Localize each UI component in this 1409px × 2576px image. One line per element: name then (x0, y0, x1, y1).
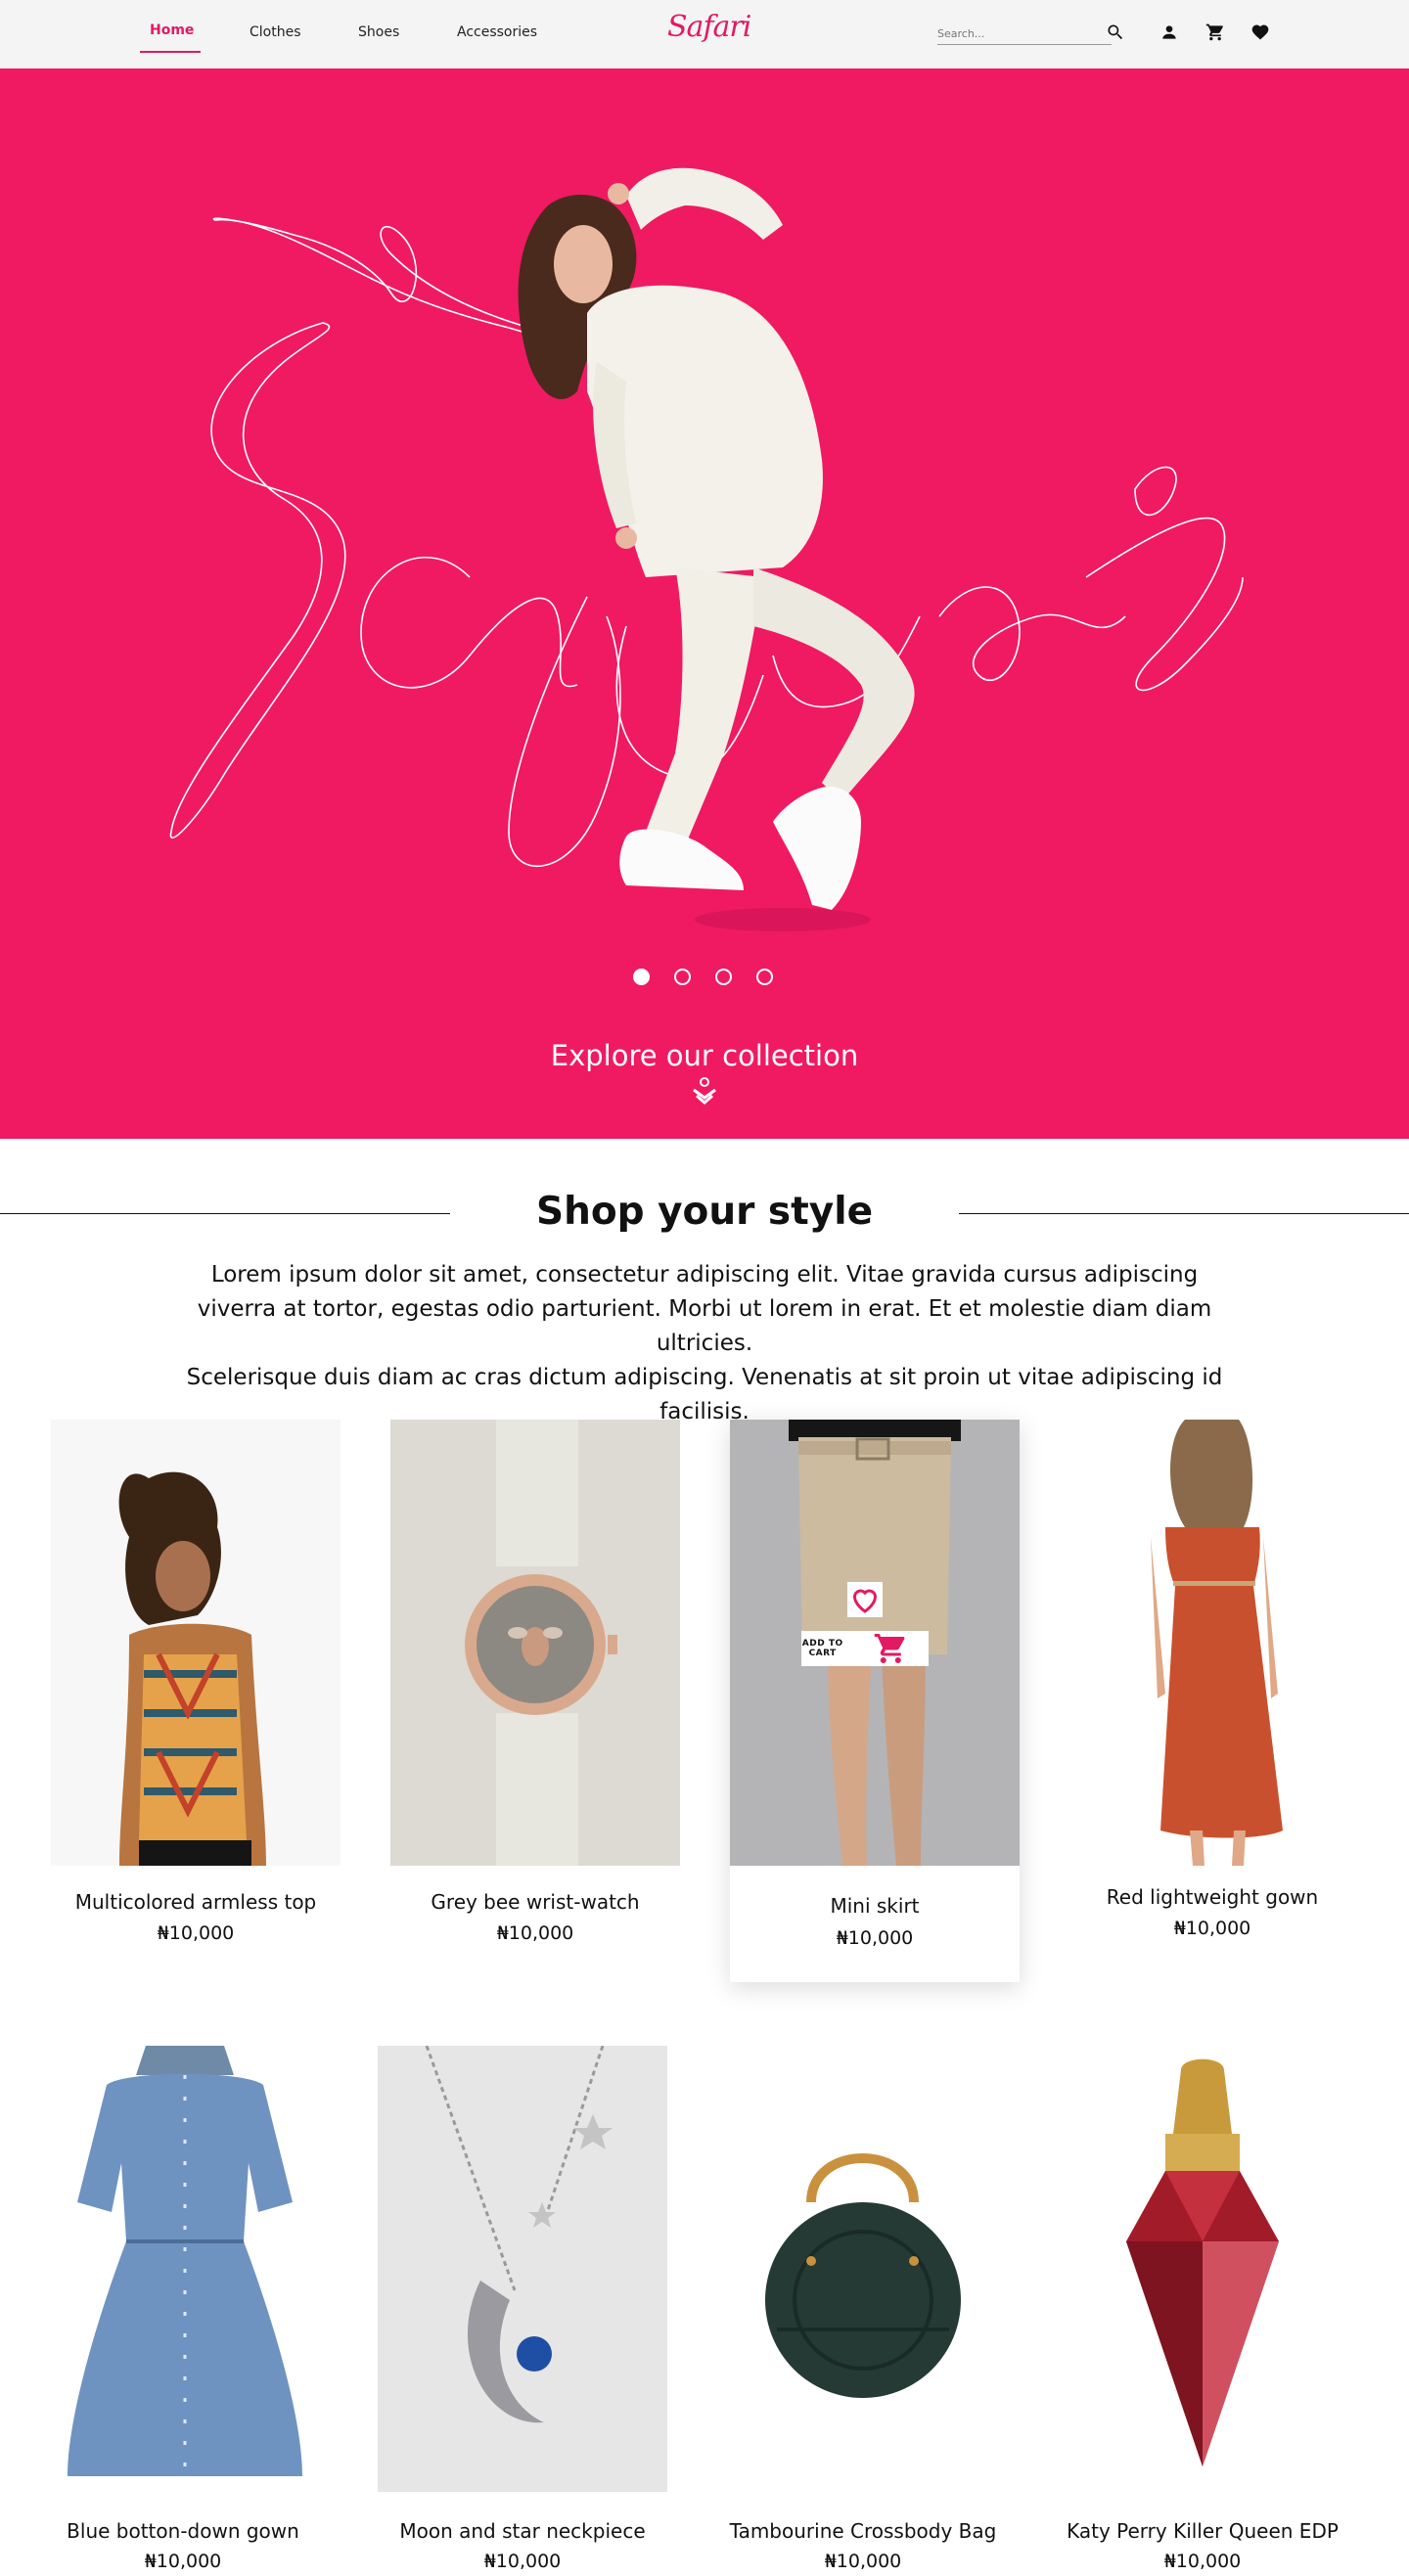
product-price: ₦10,000 (1163, 2551, 1242, 2572)
product-name[interactable]: Red lightweight gown (1048, 1885, 1377, 1909)
product-price: ₦10,000 (157, 1922, 235, 1944)
nav-shoes[interactable]: Shoes (358, 24, 399, 40)
cart-icon (875, 1634, 905, 1663)
top-nav: Home Clothes Shoes Accessories Safari (0, 0, 1409, 68)
product-card[interactable]: Katy Perry Killer Queen EDP ₦10,000 (1058, 2046, 1347, 2574)
carousel-dot[interactable] (674, 969, 691, 985)
lede-line: viverra at tortor, egestas odio parturie… (197, 1296, 1212, 1356)
product-name[interactable]: Multicolored armless top (31, 1890, 360, 1914)
product-card[interactable]: Blue botton-down gown ₦10,000 (38, 2046, 328, 2574)
scroll-down-icon[interactable] (691, 1076, 718, 1107)
nav-active-indicator (140, 51, 201, 53)
carousel-dot[interactable] (633, 969, 650, 985)
explore-collection-link[interactable]: Explore our collection (0, 1039, 1409, 1072)
product-card[interactable]: Multicolored armless top ₦10,000 (51, 1420, 341, 1967)
section-title: Shop your style (535, 1190, 874, 1234)
search-icon[interactable] (1104, 21, 1127, 44)
product-image[interactable] (378, 2046, 667, 2492)
account-icon[interactable] (1158, 21, 1181, 44)
product-price: ₦10,000 (483, 2551, 562, 2572)
product-name[interactable]: Katy Perry Killer Queen EDP (1038, 2519, 1367, 2543)
heart-outline-icon (852, 1589, 878, 1613)
product-image[interactable] (38, 2046, 328, 2492)
brand-logo[interactable]: Safari (667, 10, 751, 44)
product-image[interactable]: ADD TO CART (730, 1420, 1020, 1866)
add-to-cart-label: ADD TO CART (801, 1639, 843, 1658)
product-price: ₦10,000 (824, 2551, 902, 2572)
heart-icon[interactable] (1249, 21, 1272, 44)
product-price: ₦10,000 (496, 1922, 574, 1944)
product-card-hovered[interactable]: ADD TO CART Mini skirt ₦10,000 (730, 1420, 1020, 1982)
product-name[interactable]: Blue botton-down gown (19, 2519, 347, 2543)
carousel-dots (0, 969, 1409, 988)
product-card[interactable]: Red lightweight gown ₦10,000 (1068, 1420, 1357, 1967)
product-card[interactable]: Tambourine Crossbody Bag ₦10,000 (718, 2046, 1008, 2574)
lede-line: Lorem ipsum dolor sit amet, consectetur … (210, 1262, 1199, 1288)
product-price: ₦10,000 (836, 1927, 914, 1949)
product-name[interactable]: Moon and star neckpiece (358, 2519, 687, 2543)
product-image[interactable] (1058, 2046, 1347, 2492)
nav-clothes[interactable]: Clothes (250, 24, 301, 40)
product-card[interactable]: Grey bee wrist-watch ₦10,000 (390, 1420, 680, 1967)
carousel-dot[interactable] (756, 969, 773, 985)
hero-banner: Explore our collection (0, 68, 1409, 1139)
search-input[interactable] (937, 23, 1112, 45)
nav-home[interactable]: Home (150, 23, 194, 38)
add-to-cart-button[interactable]: ADD TO CART (801, 1631, 929, 1666)
wishlist-button[interactable] (847, 1582, 883, 1617)
carousel-dot[interactable] (715, 969, 732, 985)
product-image[interactable] (390, 1420, 680, 1866)
product-name[interactable]: Grey bee wrist-watch (371, 1890, 700, 1914)
product-image[interactable] (1068, 1420, 1357, 1866)
section-description: Lorem ipsum dolor sit amet, consectetur … (157, 1258, 1252, 1429)
product-name[interactable]: Mini skirt (710, 1894, 1039, 1918)
product-name[interactable]: Tambourine Crossbody Bag (699, 2519, 1027, 2543)
nav-accessories[interactable]: Accessories (457, 24, 537, 40)
product-price: ₦10,000 (1173, 1918, 1251, 1939)
product-image[interactable] (718, 2046, 1008, 2492)
cart-icon[interactable] (1204, 21, 1227, 44)
product-card[interactable]: Moon and star neckpiece ₦10,000 (378, 2046, 667, 2574)
product-image[interactable] (51, 1420, 341, 1866)
product-price: ₦10,000 (144, 2551, 222, 2572)
